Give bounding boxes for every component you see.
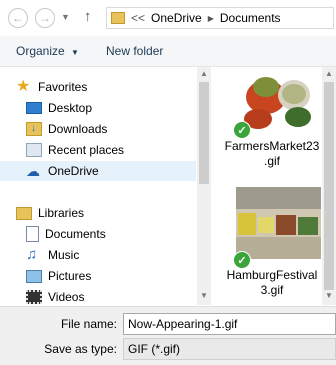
breadcrumb-onedrive[interactable]: OneDrive <box>151 11 202 25</box>
nav-item-label: OneDrive <box>48 164 99 178</box>
file-thumbnail[interactable] <box>236 187 321 259</box>
save-type-label: Save as type: <box>44 342 117 356</box>
breadcrumb-overflow[interactable]: << <box>131 11 145 25</box>
desktop-icon <box>26 102 42 114</box>
nav-item-desktop[interactable]: Desktop <box>26 98 92 118</box>
file-name-line: HamburgFestival <box>226 268 318 282</box>
sync-check-icon: ✓ <box>233 121 251 139</box>
pictures-icon <box>26 269 42 283</box>
documents-icon <box>26 226 39 242</box>
nav-item-label: Desktop <box>48 101 93 115</box>
file-tile[interactable]: ✓ HamburgFestival 3.gif <box>212 187 322 305</box>
nav-libraries[interactable]: Libraries <box>16 203 84 223</box>
recent-locations-dropdown[interactable]: ▼ <box>61 12 70 22</box>
nav-item-label: Music <box>48 248 80 262</box>
file-tile[interactable]: ✓ FarmersMarket23 .gif <box>212 67 322 177</box>
nav-item-documents[interactable]: Documents <box>26 224 106 244</box>
file-name: FarmersMarket23 .gif <box>220 139 324 169</box>
nav-item-label: Downloads <box>48 122 108 136</box>
nav-libraries-label: Libraries <box>38 206 85 220</box>
nav-item-music[interactable]: ♫ Music <box>26 245 79 265</box>
nav-item-pictures[interactable]: Pictures <box>26 266 91 286</box>
new-folder-button[interactable]: New folder <box>106 44 163 58</box>
sync-check-icon: ✓ <box>233 251 251 269</box>
star-icon: ★ <box>16 78 31 95</box>
market-stall-image <box>236 187 321 259</box>
film-icon <box>26 290 42 304</box>
nav-item-label: Recent places <box>48 143 125 157</box>
nav-item-videos[interactable]: Videos <box>26 287 84 307</box>
file-view: ✓ FarmersMarket23 .gif ✓ HamburgFestival… <box>212 67 322 305</box>
file-name-input[interactable]: Now-Appearing-1.gif <box>123 313 336 335</box>
scroll-up-arrow-icon[interactable]: ▲ <box>200 69 208 78</box>
nav-favorites[interactable]: ★ Favorites <box>16 77 87 97</box>
nav-item-label: Documents <box>45 227 106 241</box>
file-name-label: File name: <box>60 317 117 331</box>
command-bar: Organize ▼ New folder <box>0 36 336 67</box>
recent-places-icon <box>26 143 42 157</box>
address-bar[interactable]: << OneDrive ▶ Documents <box>106 7 334 29</box>
scroll-up-arrow-icon[interactable]: ▲ <box>325 69 333 78</box>
nav-item-recent-places[interactable]: Recent places <box>26 140 124 160</box>
downloads-icon: ↓ <box>26 122 42 136</box>
nav-pane-scrollbar[interactable]: ▲ ▼ <box>197 67 211 305</box>
organize-button[interactable]: Organize ▼ <box>16 44 79 58</box>
cloud-icon: ☁ <box>26 163 40 179</box>
breadcrumb-documents[interactable]: Documents <box>220 11 281 25</box>
music-note-icon: ♫ <box>26 246 38 263</box>
file-view-scrollbar[interactable]: ▲ ▼ <box>322 67 336 305</box>
forward-button[interactable]: → <box>35 8 55 28</box>
file-name-line: .gif <box>263 154 280 168</box>
nav-scroll-thumb[interactable] <box>199 82 209 184</box>
file-name-line: 3.gif <box>260 283 284 297</box>
breadcrumb-separator-icon: ▶ <box>207 13 214 23</box>
libraries-icon <box>16 206 32 220</box>
save-form: File name: Now-Appearing-1.gif Save as t… <box>0 306 336 365</box>
file-name: HamburgFestival 3.gif <box>220 268 324 298</box>
back-button[interactable]: ← <box>8 8 28 28</box>
organize-label: Organize <box>16 44 65 58</box>
nav-item-label: Pictures <box>48 269 92 283</box>
file-scroll-thumb[interactable] <box>324 82 334 290</box>
nav-item-onedrive[interactable]: ☁ OneDrive <box>0 161 196 181</box>
nav-item-downloads[interactable]: ↓ Downloads <box>26 119 107 139</box>
scroll-down-arrow-icon[interactable]: ▼ <box>200 291 208 300</box>
nav-item-label: Videos <box>48 290 85 304</box>
file-name-line: FarmersMarket23 <box>224 139 320 153</box>
navigation-pane: ★ Favorites Desktop ↓ Downloads Recent p… <box>0 67 212 305</box>
nav-favorites-label: Favorites <box>38 80 88 94</box>
up-button[interactable]: ↑ <box>84 8 92 25</box>
scroll-down-arrow-icon[interactable]: ▼ <box>325 291 333 300</box>
chevron-down-icon: ▼ <box>71 48 79 57</box>
save-type-select[interactable]: GIF (*.gif) <box>123 338 336 360</box>
folder-icon <box>111 12 125 24</box>
